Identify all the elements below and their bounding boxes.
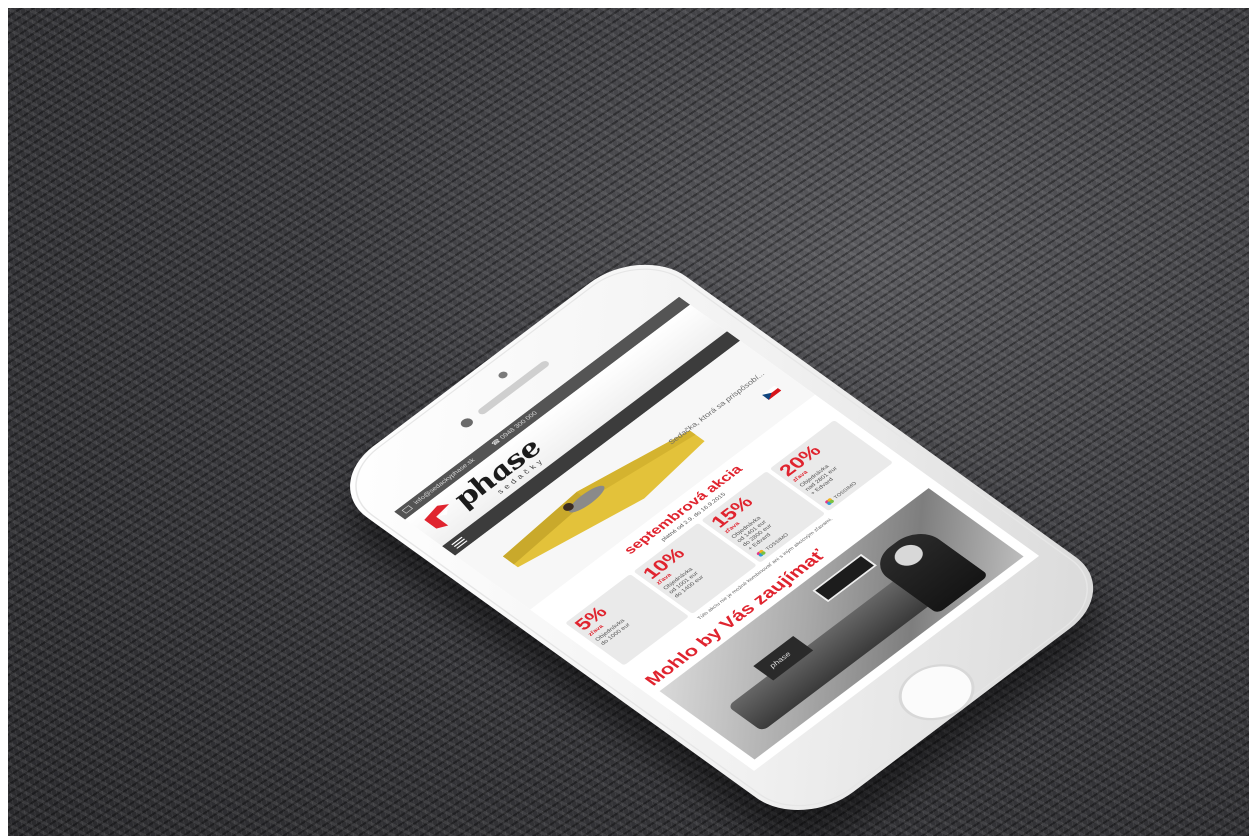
phone-icon: ☎ [489, 437, 503, 448]
photo-scene: info@sedackyphase.sk ☎ 0948 300 000 phas… [0, 0, 1249, 836]
logo-mark-icon [424, 504, 450, 529]
tossimo-icon [824, 498, 834, 506]
phone-wrap: info@sedackyphase.sk ☎ 0948 300 000 phas… [0, 0, 1249, 836]
smartphone: info@sedackyphase.sk ☎ 0948 300 000 phas… [322, 244, 1122, 831]
flag-icon[interactable] [761, 385, 782, 401]
mail-icon [401, 505, 413, 514]
tossimo-icon [756, 550, 766, 557]
